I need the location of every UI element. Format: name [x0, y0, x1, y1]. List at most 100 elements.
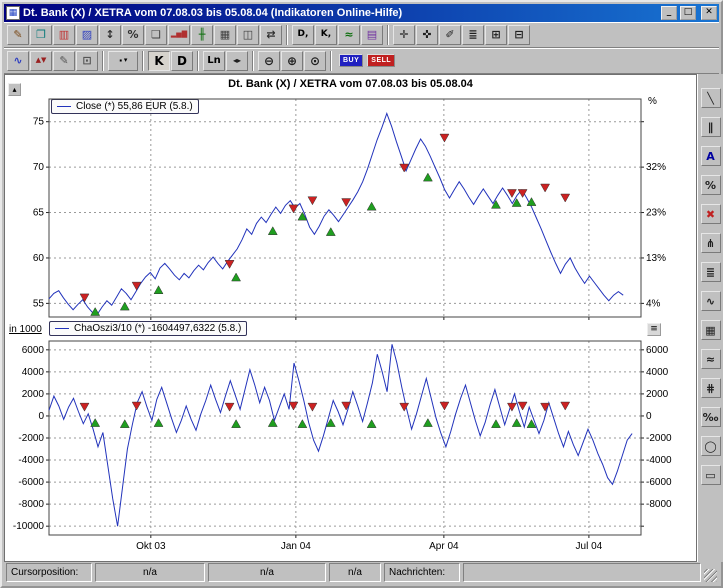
candle-chart-button[interactable]: ╫	[191, 25, 213, 45]
grid-tool-button[interactable]: ▦	[701, 320, 721, 340]
sell-marker	[342, 402, 351, 410]
percent-zone-icon: ‰	[703, 412, 719, 423]
chart-title: Dt. Bank (X) / XETRA vom 07.08.03 bis 05…	[5, 78, 696, 90]
cursor-position-label: Cursorposition:	[6, 563, 92, 582]
candle-chart-icon: ╫	[199, 29, 206, 40]
k-mode-button[interactable]: K	[148, 51, 170, 71]
percent-zone-button[interactable]: ‰	[701, 407, 721, 427]
y-axis-label-right: 2000	[646, 389, 669, 400]
quote-table-button[interactable]: ▦	[214, 25, 236, 45]
save-button[interactable]: ◫	[237, 25, 259, 45]
buy-marker	[367, 420, 376, 428]
ellipse-tool-button[interactable]: ◯	[701, 436, 721, 456]
chart-period-red-button[interactable]: ▥	[53, 25, 75, 45]
zoom-in-button[interactable]: ⊕	[281, 51, 303, 71]
zigzag-button[interactable]: ∿	[701, 291, 721, 311]
chart-period-blue-button[interactable]: ▨	[76, 25, 98, 45]
annotate-button[interactable]: ✎	[53, 51, 75, 71]
y-axis-label: 60	[33, 253, 45, 264]
y-axis-label: -6000	[18, 477, 44, 488]
sell-marker	[132, 402, 141, 410]
scale-updown-button[interactable]: ↕	[99, 25, 121, 45]
sell-button[interactable]: SELL	[367, 54, 395, 67]
close-button[interactable]: ✕	[701, 6, 717, 20]
annotate-icon: ✎	[59, 55, 68, 66]
trend-line-button[interactable]: ╲	[701, 88, 721, 108]
compare-button[interactable]: ⇄	[260, 25, 282, 45]
grid-tool-icon: ▦	[705, 325, 715, 336]
zoom-out-button[interactable]: ⊖	[258, 51, 280, 71]
y-axis-label: 0	[38, 411, 44, 422]
print-button[interactable]: ❏	[145, 25, 167, 45]
resize-grip[interactable]	[704, 569, 717, 582]
wave-tool-button[interactable]: ≈	[701, 349, 721, 369]
crosshair-button[interactable]: ✛	[393, 25, 415, 45]
signal-markers-button[interactable]: ▲▼	[30, 51, 52, 71]
parallel-lines-button[interactable]: ∥	[701, 117, 721, 137]
buy-marker	[423, 173, 432, 181]
channel-tool-button[interactable]: ⋕	[701, 378, 721, 398]
osc-chart[interactable]: Okt 03Jan 04Apr 04Jul 046000600040004000…	[5, 339, 696, 561]
pitchfork-button[interactable]: ⋔	[701, 233, 721, 253]
sell-marker	[561, 402, 570, 410]
ln-scale-label: Ln	[207, 56, 221, 66]
layout-grid-button[interactable]: ⊞	[485, 25, 507, 45]
print-icon: ❏	[151, 29, 161, 40]
move-tool-icon: ✜	[422, 29, 431, 40]
template-button[interactable]: ⊡	[76, 51, 98, 71]
text-tool-button[interactable]: A	[701, 146, 721, 166]
ln-scale-button[interactable]: Ln	[203, 51, 225, 71]
buy-marker	[268, 227, 277, 235]
toolbar-separator	[252, 51, 254, 71]
y-axis-label: 6000	[22, 345, 45, 356]
buy-marker	[154, 419, 163, 427]
weekly-mode-button[interactable]: K,	[315, 25, 337, 45]
sell-marker	[507, 403, 516, 411]
fibonacci-button[interactable]: ≣	[701, 262, 721, 282]
zoom-reset-icon: ⊙	[310, 55, 320, 67]
sell-marker	[518, 402, 527, 410]
d-mode-button[interactable]: D	[171, 51, 193, 71]
draw-pencil-button[interactable]: ✐	[439, 25, 461, 45]
chart-edit-button[interactable]: ✎	[7, 25, 29, 45]
move-tool-button[interactable]: ✜	[416, 25, 438, 45]
osc-legend[interactable]: ChaOszi3/10 (*) -1604497,6322 (5.8.)	[49, 321, 247, 336]
price-chart[interactable]: 757032%6523%6013%554%%	[5, 93, 696, 321]
zoom-in-icon: ⊕	[287, 55, 297, 67]
delete-object-icon: ✖	[706, 209, 715, 220]
buy-marker	[232, 420, 241, 428]
chart-period-blue-icon: ▨	[82, 29, 92, 40]
line-style-button[interactable]: ·▾	[108, 51, 138, 71]
x-axis-label: Jul 04	[576, 541, 603, 552]
titlebar[interactable]: ▦ Dt. Bank (X) / XETRA vom 07.08.03 bis …	[4, 4, 719, 22]
zoom-reset-button[interactable]: ⊙	[304, 51, 326, 71]
indicator-wave-button[interactable]: ≈	[338, 25, 360, 45]
maximize-button[interactable]: □	[680, 6, 696, 20]
parallel-lines-icon: ∥	[708, 122, 714, 133]
minimize-button[interactable]: _	[661, 6, 677, 20]
cursor-value-1: n/a	[95, 563, 205, 582]
buy-marker	[91, 419, 100, 427]
notes-button[interactable]: ≣	[462, 25, 484, 45]
daily-mode-button[interactable]: D,	[292, 25, 314, 45]
d-mode-label: D	[177, 55, 187, 67]
x-axis-label: Jan 04	[281, 541, 311, 552]
expand-horizontal-button[interactable]: ◂▸	[226, 51, 248, 71]
layout-split-button[interactable]: ⊟	[508, 25, 530, 45]
sell-marker	[308, 197, 317, 205]
channel-tool-icon: ⋕	[706, 383, 715, 394]
percent-scale-button[interactable]: %	[122, 25, 144, 45]
percent-move-button[interactable]: %	[701, 175, 721, 195]
bar-chart-button[interactable]: ▂▅▇	[168, 25, 190, 45]
mini-chart-button[interactable]: ∿	[7, 51, 29, 71]
rect-tool-button[interactable]: ▭	[701, 465, 721, 485]
chart-area[interactable]: ▴ Dt. Bank (X) / XETRA vom 07.08.03 bis …	[4, 74, 697, 562]
buy-button[interactable]: BUY	[339, 54, 363, 67]
indicator-list-button[interactable]: ▤	[361, 25, 383, 45]
delete-object-button[interactable]: ✖	[701, 204, 721, 224]
news-panel	[463, 563, 701, 582]
copy-button[interactable]: ❐	[30, 25, 52, 45]
buy-marker	[268, 419, 277, 427]
panel-menu-button[interactable]: ≡	[647, 323, 661, 336]
y-axis-label-right: 6000	[646, 345, 669, 356]
